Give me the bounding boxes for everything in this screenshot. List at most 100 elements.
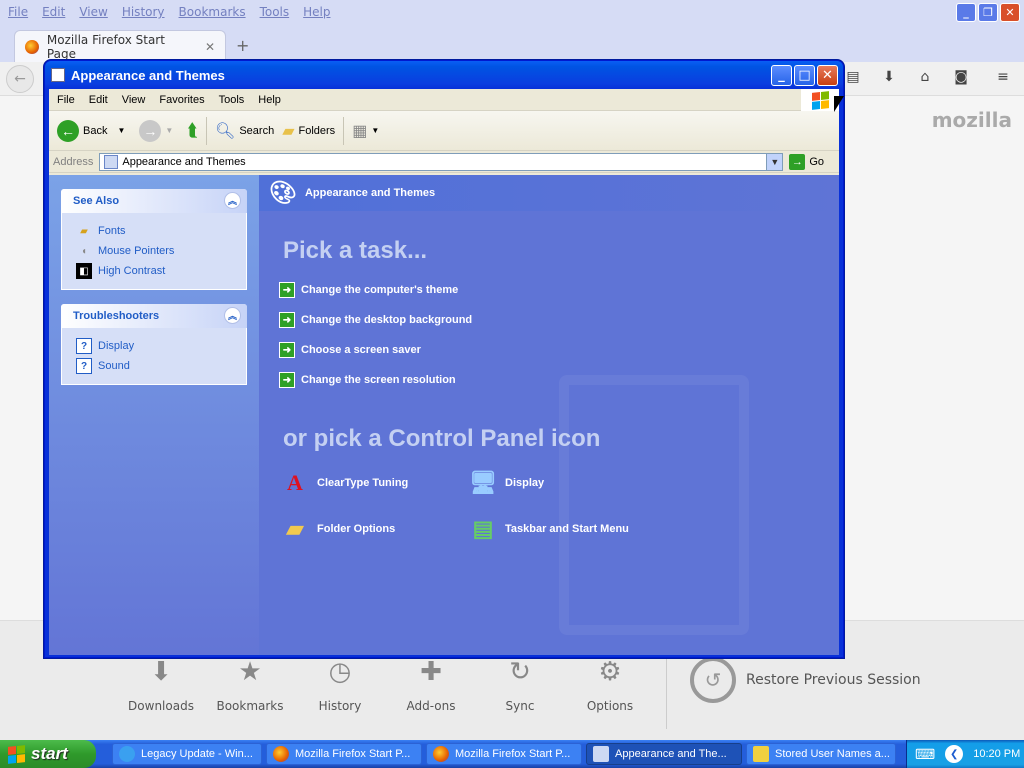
up-folder-button[interactable]: ⮬ — [187, 120, 198, 141]
address-label: Address — [53, 155, 94, 168]
go-button[interactable]: → Go — [789, 153, 824, 170]
launcher-addons[interactable]: ✚ Add-ons — [396, 657, 466, 713]
category-header: 🎨︎ Appearance and Themes — [259, 175, 839, 211]
maximize-button[interactable]: □ — [794, 65, 815, 86]
address-bar: Address Appearance and Themes ▼ → Go — [49, 151, 839, 173]
home-icon[interactable]: ⌂ — [914, 69, 936, 89]
clock-icon: ◷ — [328, 657, 352, 687]
troubleshooter-sound[interactable]: ? Sound — [76, 356, 234, 376]
see-also-fonts[interactable]: ▰ Fonts — [76, 221, 234, 241]
task-change-background[interactable]: ➜ Change the desktop background — [279, 312, 472, 328]
cpl-taskbar-start-menu[interactable]: ▤ Taskbar and Start Menu — [467, 513, 629, 545]
mouse-icon: ◖ — [80, 245, 88, 257]
taskbar-button-firefox-2[interactable]: Mozilla Firefox Start P... — [426, 743, 582, 765]
launcher-history[interactable]: ◷ History — [305, 657, 375, 713]
firefox-icon — [25, 39, 39, 54]
close-button[interactable]: ✕ — [817, 65, 838, 86]
address-input[interactable]: Appearance and Themes ▼ — [99, 152, 784, 171]
start-button[interactable]: start — [0, 740, 96, 768]
firefox-icon — [273, 746, 289, 762]
task-screen-resolution[interactable]: ➜ Change the screen resolution — [279, 372, 456, 388]
menu-help[interactable]: Help — [258, 94, 281, 106]
pocket-icon[interactable]: ◙ — [950, 69, 972, 89]
troubleshooter-display[interactable]: ? Display — [76, 336, 234, 356]
ff-menu-view[interactable]: View — [79, 5, 107, 19]
puzzle-icon: ✚ — [420, 657, 442, 687]
ff-menu-help[interactable]: Help — [303, 5, 330, 19]
ff-window-controls: _ ❐ ✕ — [956, 3, 1020, 22]
ff-menu-file[interactable]: File — [8, 5, 28, 19]
close-tab-icon[interactable]: ✕ — [205, 40, 215, 54]
search-button[interactable]: 🔍︎ Search — [215, 121, 274, 141]
troubleshooters-header[interactable]: Troubleshooters ︽ — [61, 304, 247, 328]
ff-minimize-button[interactable]: _ — [956, 3, 976, 22]
control-panel-icon — [104, 154, 119, 169]
ie-icon — [119, 746, 135, 762]
ff-maximize-button[interactable]: ❐ — [978, 3, 998, 22]
task-change-theme[interactable]: ➜ Change the computer's theme — [279, 282, 458, 298]
collapse-icon[interactable]: ︽ — [224, 192, 241, 209]
folders-button[interactable]: ▰ Folders — [282, 121, 335, 141]
back-button[interactable]: ← Back ▼ — [57, 119, 125, 142]
launcher-options[interactable]: ⚙ Options — [575, 657, 645, 713]
pick-icon-heading: or pick a Control Panel icon — [283, 425, 601, 452]
window-titlebar[interactable]: Appearance and Themes — [45, 61, 843, 89]
mozilla-logo: mozilla — [931, 108, 1012, 132]
clock[interactable]: 10:20 PM — [973, 748, 1020, 760]
forward-button[interactable]: → ▼ — [139, 119, 174, 142]
ff-close-button[interactable]: ✕ — [1000, 3, 1020, 22]
views-icon: ▦ — [352, 122, 368, 140]
views-button[interactable]: ▦ ▼ — [352, 121, 379, 141]
menu-edit[interactable]: Edit — [89, 94, 108, 106]
ff-tab[interactable]: Mozilla Firefox Start Page ✕ — [14, 30, 226, 62]
cleartype-icon: A — [287, 470, 303, 495]
explorer-toolbar: ← Back ▼ → ▼ ⮬ 🔍︎ Search ▰ Folders ▦ ▼ — [49, 111, 839, 151]
menu-file[interactable]: File — [57, 94, 75, 106]
download-icon: ⬇ — [150, 657, 172, 687]
mouse-cursor — [834, 96, 844, 112]
reading-list-icon[interactable]: ▤ — [842, 69, 864, 89]
see-also-high-contrast[interactable]: ◧ High Contrast — [76, 261, 234, 281]
ff-menu-bookmarks[interactable]: Bookmarks — [179, 5, 246, 19]
cpl-cleartype-tuning[interactable]: A ClearType Tuning — [279, 467, 408, 499]
menu-tools[interactable]: Tools — [219, 94, 245, 106]
back-arrow-icon: ← — [57, 119, 79, 142]
taskbar-button-legacy-update[interactable]: Legacy Update - Win... — [112, 743, 262, 765]
launcher-bookmarks[interactable]: ★ Bookmarks — [215, 657, 285, 713]
hamburger-menu-icon[interactable]: ≡ — [992, 69, 1014, 89]
cpl-display[interactable]: 🖥︎ Display — [467, 467, 544, 499]
download-arrow-icon[interactable]: ⬇ — [878, 69, 900, 89]
ff-tabstrip: Mozilla Firefox Start Page ✕ + — [0, 24, 1024, 62]
new-tab-icon[interactable]: + — [236, 36, 249, 55]
ff-menu-edit[interactable]: Edit — [42, 5, 65, 19]
menu-view[interactable]: View — [122, 94, 146, 106]
category-pane: 🎨︎ Appearance and Themes Pick a task... … — [259, 175, 839, 655]
forward-arrow-icon: → — [139, 119, 162, 142]
launcher-downloads[interactable]: ⬇ Downloads — [126, 657, 196, 713]
minimize-button[interactable]: _ — [771, 65, 792, 86]
folders-icon: ▰ — [282, 122, 295, 140]
taskbar-button-stored-user-names[interactable]: Stored User Names a... — [746, 743, 896, 765]
address-dropdown-icon[interactable]: ▼ — [766, 153, 783, 170]
see-also-mouse-pointers[interactable]: ◖ Mouse Pointers — [76, 241, 234, 261]
ff-menu-history[interactable]: History — [122, 5, 165, 19]
launcher-sync[interactable]: ↻ Sync — [485, 657, 555, 713]
see-also-header[interactable]: See Also ︽ — [61, 189, 247, 213]
explorer-menubar: File Edit View Favorites Tools Help — [49, 89, 839, 111]
taskbar-button-appearance-themes[interactable]: Appearance and The... — [586, 743, 742, 765]
chevron-down-icon: ▼ — [165, 126, 174, 135]
ff-back-button[interactable]: ← — [6, 65, 34, 93]
divider — [206, 116, 208, 145]
tray-expand-icon[interactable]: ❮ — [945, 745, 964, 763]
restore-session-button[interactable]: ↺ Restore Previous Session — [690, 657, 921, 703]
task-screen-saver[interactable]: ➜ Choose a screen saver — [279, 342, 421, 358]
menu-favorites[interactable]: Favorites — [159, 94, 204, 106]
ff-menu-tools[interactable]: Tools — [260, 5, 290, 19]
chevron-down-icon[interactable]: ▼ — [117, 126, 125, 135]
keyboard-icon[interactable]: ⌨ — [915, 746, 935, 763]
explorer-window: Appearance and Themes _ □ ✕ File Edit Vi… — [44, 60, 844, 658]
collapse-icon[interactable]: ︽ — [224, 307, 241, 324]
taskbar-button-firefox-1[interactable]: Mozilla Firefox Start P... — [266, 743, 422, 765]
window-title: Appearance and Themes — [71, 67, 225, 83]
cpl-folder-options[interactable]: ▰ Folder Options — [279, 513, 396, 545]
